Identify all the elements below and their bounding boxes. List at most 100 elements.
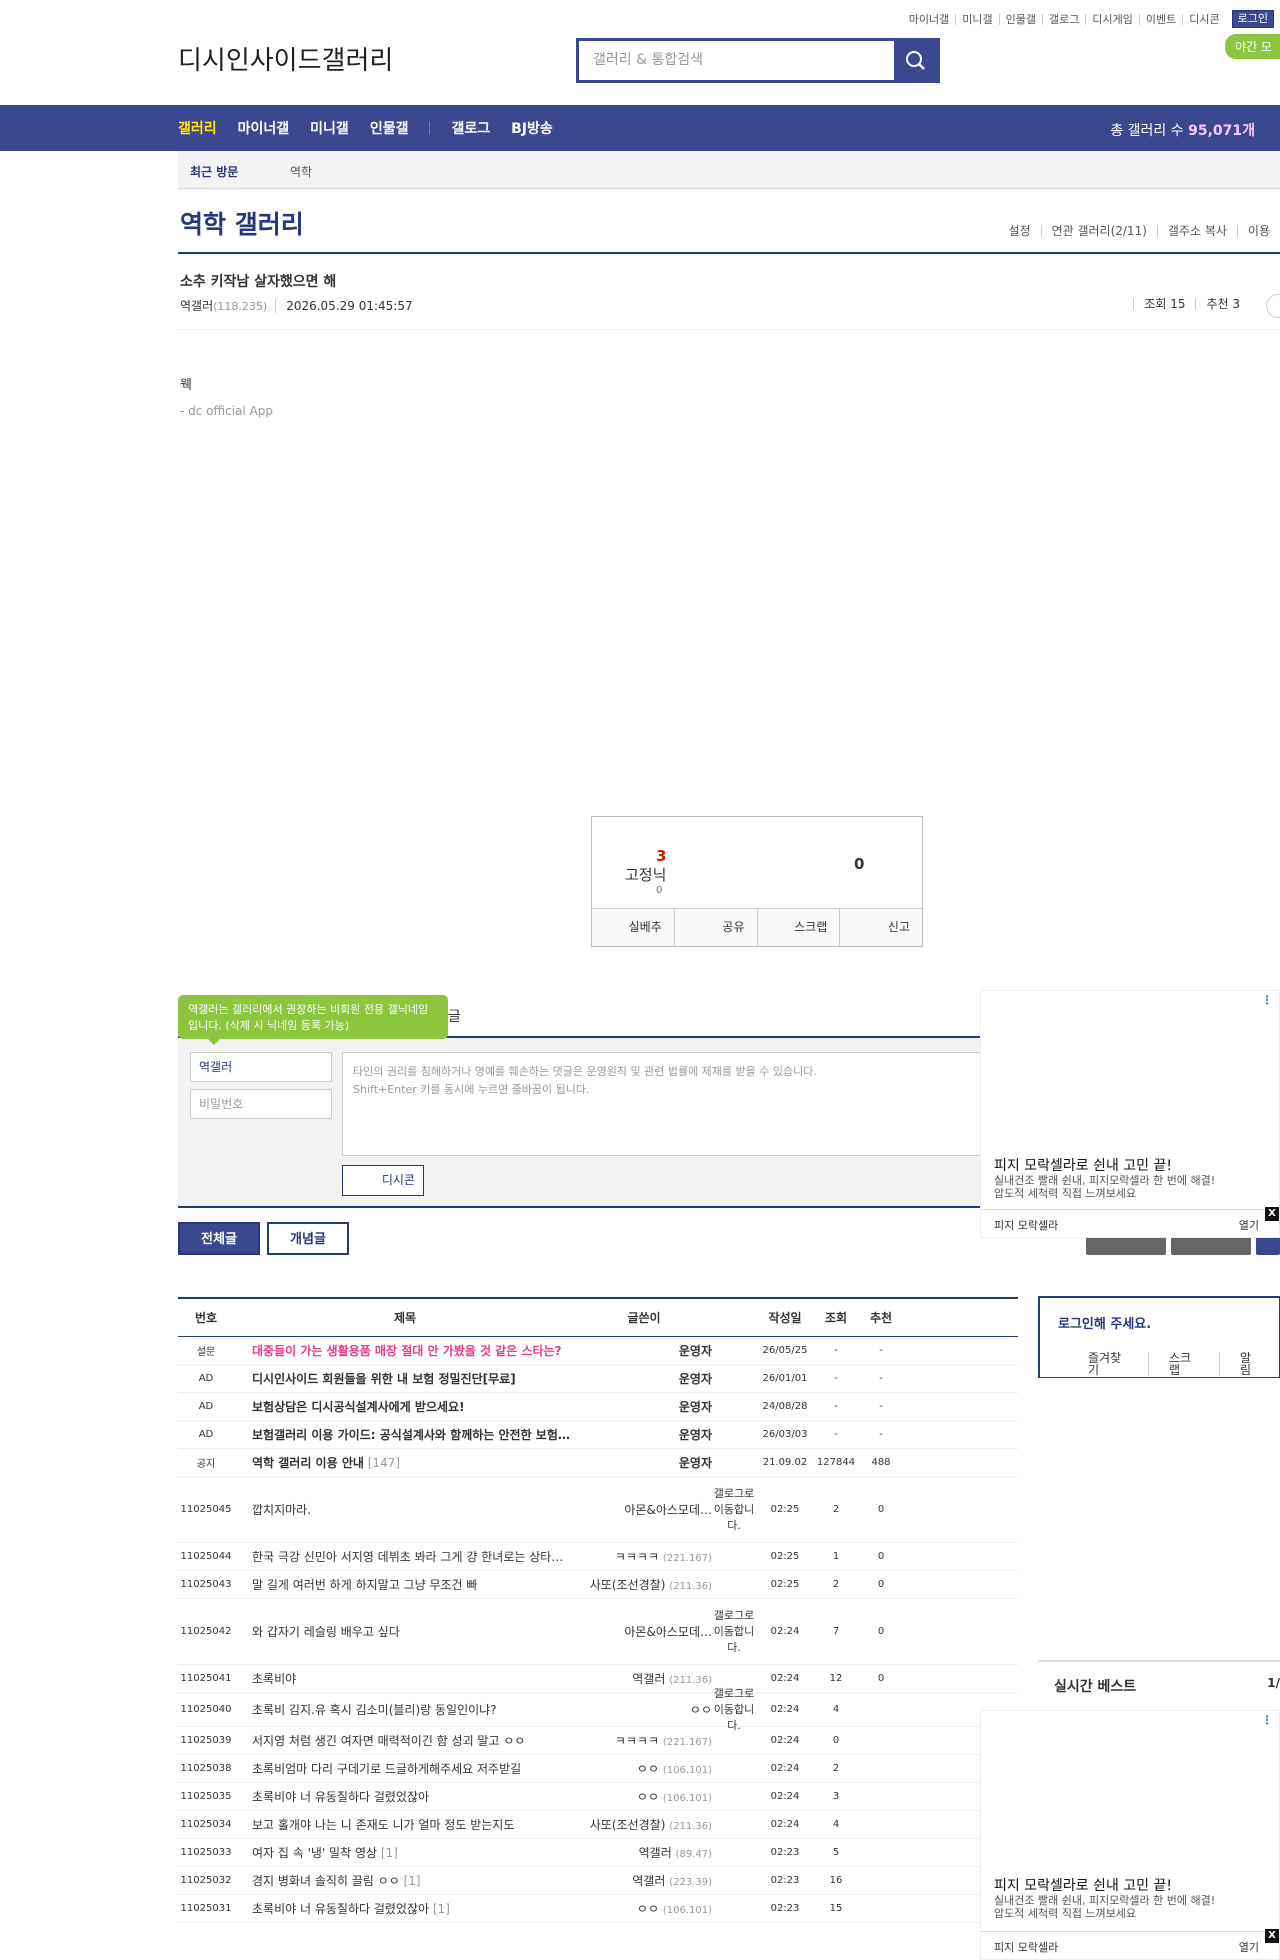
row-writer[interactable]: 사또(조선경찰) (211.36) <box>576 1816 712 1833</box>
row-writer[interactable]: ㅇㅇ (106.101) <box>576 1788 712 1805</box>
row-writer-name[interactable]: 사또(조선경찰) <box>590 1818 666 1832</box>
row-title-text[interactable]: 초록비야 너 유동질하다 걸렸었잖아 <box>252 1902 429 1916</box>
table-row[interactable]: AD 보험갤러리 이용 가이드: 공식설계사와 함께하는 안전한 보험… 운영자 26… <box>178 1421 1018 1449</box>
gnb-bj[interactable]: BJ방송 <box>511 118 553 138</box>
row-title-text[interactable]: 초록비야 너 유동질하다 걸렸었잖아 <box>252 1790 429 1804</box>
table-row[interactable]: 11025033 여자 집 속 '냉' 밀착 영상 [1] 역갤러 (89.47) 0… <box>178 1839 1018 1867</box>
row-title-text[interactable]: 와 갑자기 레슬링 배우고 싶다 <box>252 1625 400 1639</box>
row-title-text[interactable]: 경지 병화녀 솔직히 끌림 ㅇㅇ <box>252 1874 400 1888</box>
night-mode-toggle[interactable]: 야간 모 <box>1225 34 1280 59</box>
recommend-up-count[interactable]: 3 <box>656 847 666 865</box>
row-title[interactable]: 초록비야 너 유동질하다 걸렸었잖아 [1] <box>234 1900 576 1917</box>
row-writer[interactable]: 아몬&아스모데… <box>576 1501 712 1518</box>
row-writer[interactable]: 운영자 <box>576 1426 712 1443</box>
table-row[interactable]: 11025040 초록비 김지.유 혹시 김소미(블리)랑 동일인이냐? ㅇㅇ 갤로그… <box>178 1687 1018 1732</box>
gallery-settings[interactable]: 설정 <box>998 225 1040 237</box>
table-row[interactable]: 11025035 초록비야 너 유동질하다 걸렸었잖아 ㅇㅇ (106.101) 02… <box>178 1783 1018 1811</box>
gnb-minor[interactable]: 마이너갤 <box>238 118 290 138</box>
row-title[interactable]: 여자 집 속 '냉' 밀착 영상 [1] <box>234 1844 576 1861</box>
row-comment-count[interactable]: [1] <box>433 1902 450 1916</box>
row-writer-name[interactable]: 운영자 <box>679 1344 712 1358</box>
dccon-button[interactable]: 디시콘 <box>342 1165 424 1196</box>
util-link-minor[interactable]: 마이너갤 <box>903 14 955 25</box>
gallog-link[interactable]: 갤로그로 이동합니다. <box>712 1608 756 1656</box>
row-title[interactable]: 경지 병화녀 솔직히 끌림 ㅇㅇ [1] <box>234 1872 576 1889</box>
notification-link[interactable]: 알림 <box>1219 1352 1280 1376</box>
table-row[interactable]: 11025031 초록비야 너 유동질하다 걸렸었잖아 [1] ㅇㅇ (106.10… <box>178 1895 1018 1923</box>
row-writer-name[interactable]: 역갤러 <box>639 1846 672 1860</box>
table-row[interactable]: AD 디시인사이드 회원들을 위한 내 보험 정밀진단[무료] 운영자 26/01/0… <box>178 1365 1018 1393</box>
row-title-text[interactable]: 보고 홀개야 나는 니 존재도 니가 얼마 정도 받는지도 <box>252 1818 514 1832</box>
ad-banner-1[interactable]: ⋮ 피지 모락셀라로 쉰내 고민 끝! 실내건조 빨래 쉰내, 피지모락셀라 한… <box>980 990 1280 1238</box>
row-writer-name[interactable]: ㅇㅇ <box>637 1902 659 1916</box>
table-row[interactable]: 11025045 깝치지마라. 아몬&아스모데… 갤로그로 이동합니다. 02:25 2 0 <box>178 1477 1018 1543</box>
row-title-text[interactable]: 보험상담은 디시공식설계사에게 받으세요! <box>252 1400 465 1414</box>
row-writer[interactable]: ㅇㅇ (106.101) <box>576 1760 712 1777</box>
tab-concept-posts[interactable]: 개념글 <box>267 1222 349 1255</box>
row-writer-name[interactable]: 운영자 <box>679 1372 712 1386</box>
search-button[interactable] <box>894 41 937 80</box>
row-title-text[interactable]: 깝치지마라. <box>252 1503 311 1517</box>
util-link-gallog[interactable]: 갤로그 <box>1042 13 1085 25</box>
row-writer-name[interactable]: 운영자 <box>679 1428 712 1442</box>
row-title[interactable]: 대중들이 가는 생활용품 매장 절대 안 가봤을 것 같은 스타는? <box>234 1342 576 1359</box>
password-field[interactable]: 비밀번호 <box>190 1089 332 1119</box>
table-row[interactable]: 11025043 말 길게 여러번 하게 하지말고 그냥 무조건 빠 사또(조선경찰… <box>178 1571 1018 1599</box>
ad-open-button[interactable]: 열기 <box>1239 1217 1259 1233</box>
row-writer[interactable]: 역갤러 (223.39) <box>576 1872 712 1889</box>
related-galleries[interactable]: 연관 갤러리(2/11) <box>1040 225 1157 237</box>
row-writer-name[interactable]: ㅇㅇ <box>637 1762 659 1776</box>
table-row[interactable]: 11025038 초록비엄마 다리 구데기로 드글하게해주세요 저주받길 ㅇㅇ (1… <box>178 1755 1018 1783</box>
site-logo[interactable]: 디시인사이드갤러리 <box>178 40 393 77</box>
util-link-mini[interactable]: 미니갤 <box>955 13 998 25</box>
row-writer-name[interactable]: ㅋㅋㅋㅋ <box>615 1550 659 1564</box>
row-title-text[interactable]: 초록비야 <box>252 1672 296 1686</box>
row-writer[interactable]: 사또(조선경찰) (211.36) <box>576 1576 712 1593</box>
row-writer-name[interactable]: 사또(조선경찰) <box>590 1578 666 1592</box>
row-writer[interactable]: ㅇㅇ (106.101) <box>576 1900 712 1917</box>
row-title-text[interactable]: 초록비 김지.유 혹시 김소미(블리)랑 동일인이냐? <box>252 1703 497 1717</box>
gallery-title[interactable]: 역학 갤러리 <box>180 205 304 241</box>
report-button[interactable]: 신고 <box>839 909 922 946</box>
nickname-field[interactable]: 역갤러 <box>190 1052 332 1082</box>
post-author[interactable]: 역갤러 <box>180 299 213 313</box>
row-title[interactable]: 역학 갤러리 이용 안내 [147] <box>234 1454 576 1471</box>
favorites-link[interactable]: 즐겨찾기 <box>1040 1352 1148 1376</box>
row-writer-name[interactable]: ㅋㅋㅋㅋ <box>615 1734 659 1748</box>
row-title[interactable]: 깝치지마라. <box>234 1501 576 1518</box>
util-link-game[interactable]: 디시게임 <box>1085 13 1138 25</box>
row-writer[interactable]: 아몬&아스모데… <box>576 1623 712 1640</box>
row-writer[interactable]: ㅋㅋㅋㅋ (221.167) <box>576 1548 712 1565</box>
recommend-down-count[interactable]: 0 <box>854 855 864 873</box>
row-title-text[interactable]: 대중들이 가는 생활용품 매장 절대 안 가봤을 것 같은 스타는? <box>252 1344 562 1358</box>
row-writer[interactable]: 운영자 <box>576 1454 712 1471</box>
row-comment-count[interactable]: [1] <box>381 1846 398 1860</box>
row-writer-name[interactable]: 운영자 <box>679 1400 712 1414</box>
row-writer[interactable]: 운영자 <box>576 1370 712 1387</box>
login-button[interactable]: 로그인 <box>1231 10 1274 28</box>
row-writer-name[interactable]: ㅇㅇ <box>637 1790 659 1804</box>
table-row[interactable]: 11025041 초록비야 역갤러 (211.36) 02:24 12 0 <box>178 1665 1018 1693</box>
row-title[interactable]: 초록비엄마 다리 구데기로 드글하게해주세요 저주받길 <box>234 1760 576 1777</box>
realtime-best-page[interactable]: 1/ <box>1267 1676 1280 1690</box>
row-writer[interactable]: ㅋㅋㅋㅋ (221.167) <box>576 1732 712 1749</box>
util-link-dccon[interactable]: 디시콘 <box>1182 13 1225 25</box>
gallog-link[interactable]: 갤로그로 이동합니다. <box>712 1486 756 1534</box>
util-link-person[interactable]: 인물갤 <box>998 13 1042 25</box>
table-row[interactable]: AD 보험상담은 디시공식설계사에게 받으세요! 운영자 24/08/28 - - <box>178 1393 1018 1421</box>
scrap-link[interactable]: 스크랩 <box>1148 1352 1219 1376</box>
row-writer-name[interactable]: 아몬&아스모데… <box>624 1503 712 1517</box>
table-row[interactable]: 공지 역학 갤러리 이용 안내 [147] 운영자 21.09.02 127844 488 <box>178 1449 1018 1477</box>
row-title-text[interactable]: 서지영 처럼 생긴 여자면 매력적이긴 함 성괴 말고 ㅇㅇ <box>252 1734 525 1748</box>
row-writer[interactable]: 운영자 <box>576 1342 712 1359</box>
table-row[interactable]: 11025034 보고 홀개야 나는 니 존재도 니가 얼마 정도 받는지도 사또(… <box>178 1811 1018 1839</box>
gnb-gallog[interactable]: 갤로그 <box>451 118 490 138</box>
row-title-text[interactable]: 디시인사이드 회원들을 위한 내 보험 정밀진단[무료] <box>252 1372 516 1386</box>
util-link-event[interactable]: 이벤트 <box>1138 13 1182 25</box>
ad-info-icon[interactable]: ⋮ <box>1261 1713 1273 1727</box>
row-title[interactable]: 보험갤러리 이용 가이드: 공식설계사와 함께하는 안전한 보험… <box>234 1426 576 1443</box>
row-writer[interactable]: 운영자 <box>576 1398 712 1415</box>
search-input[interactable]: 갤러리 & 통합검색 <box>583 44 893 77</box>
row-title[interactable]: 보험상담은 디시공식설계사에게 받으세요! <box>234 1398 576 1415</box>
table-row[interactable]: 11025044 한국 극강 신민아 서지영 데뷔초 봐라 그게 걍 한녀로는 상… <box>178 1543 1018 1571</box>
